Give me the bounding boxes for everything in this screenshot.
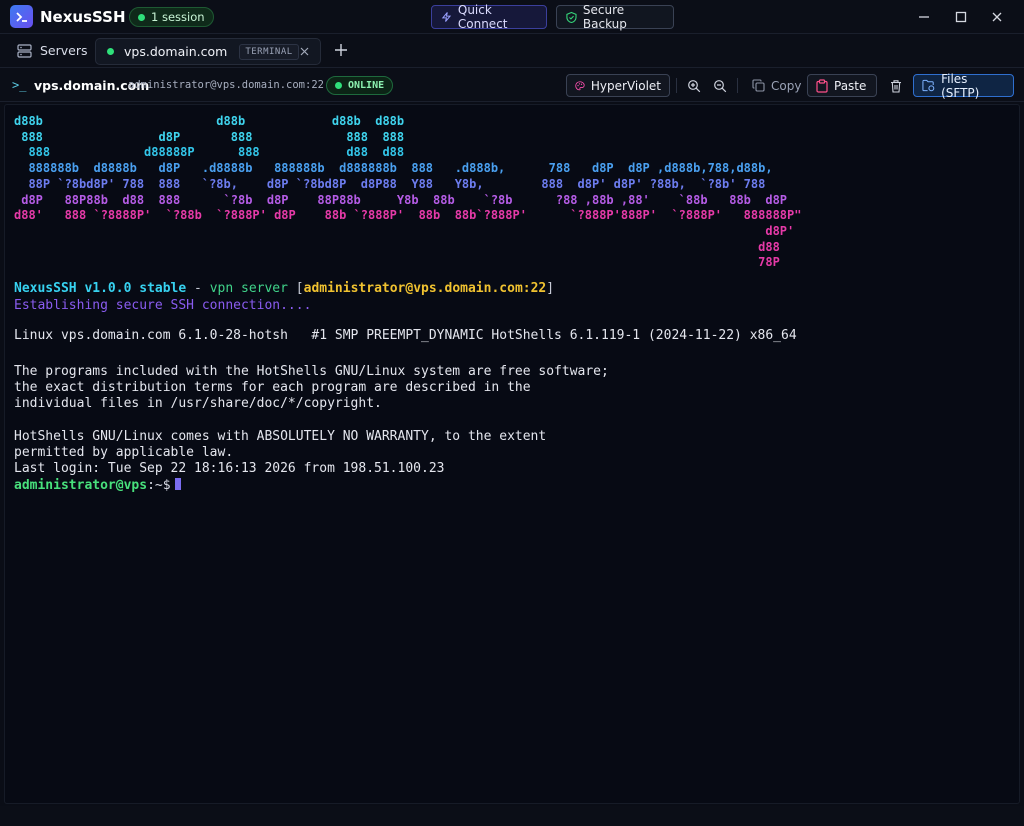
ascii-art-line: 888 d8P 888 888 888 bbox=[14, 129, 405, 144]
toolbar-divider bbox=[737, 78, 738, 93]
status-dot-icon bbox=[138, 13, 145, 21]
maximize-button[interactable] bbox=[952, 8, 970, 26]
tab-close-icon[interactable] bbox=[299, 46, 310, 57]
terminal-warranty-line: permitted by applicable law. bbox=[14, 445, 234, 460]
session-connection-string: administrator@vps.domain.com:22 bbox=[128, 79, 324, 91]
copy-label: Copy bbox=[771, 78, 802, 93]
zoom-out-icon bbox=[714, 79, 727, 92]
maximize-icon bbox=[955, 11, 967, 23]
close-window-button[interactable] bbox=[988, 8, 1006, 26]
terminal-uname-line: Linux vps.domain.com 6.1.0-28-hotsh #1 S… bbox=[14, 328, 797, 343]
zoom-in-button[interactable] bbox=[684, 74, 704, 97]
close-icon bbox=[992, 12, 1002, 22]
online-dot-icon bbox=[335, 82, 342, 89]
files-sftp-label: Files (SFTP) bbox=[941, 71, 980, 100]
ascii-art-line: 888 d88888P 888 d88 d88 bbox=[14, 145, 405, 160]
quick-connect-label: Quick Connect bbox=[457, 3, 508, 31]
minimize-button[interactable] bbox=[915, 8, 933, 26]
terminal-viewport[interactable]: d88b d88b d88b d88b 888 d8P 888 888 888 … bbox=[4, 104, 1020, 804]
ascii-art-line: 78P bbox=[14, 255, 780, 270]
ascii-art-line: d8P 88P88b d88 888 `?8b d8P 88P88b Y8b 8… bbox=[14, 192, 788, 207]
app-logo-icon bbox=[10, 5, 33, 28]
ascii-art-line: 888888b d8888b d8P .d8888b 888888b d8888… bbox=[14, 161, 773, 176]
ascii-art-line: d88' 888 `?8888P' `?88b `?888P' d8P 88b … bbox=[14, 208, 802, 223]
clear-terminal-button[interactable] bbox=[886, 74, 906, 97]
session-count-label: 1 session bbox=[151, 10, 205, 24]
ascii-art-line: d8P' bbox=[14, 223, 795, 238]
ascii-art-line: d88b d88b d88b d88b bbox=[14, 114, 405, 128]
terminal-motd-line: The programs included with the HotShells… bbox=[14, 364, 609, 379]
trash-icon bbox=[891, 79, 901, 93]
terminal-motd-line: individual files in /usr/share/doc/*/cop… bbox=[14, 396, 382, 411]
copy-icon bbox=[752, 79, 765, 92]
secure-backup-button[interactable]: Secure Backup bbox=[556, 3, 674, 31]
banner-version: v1.0.0 stable bbox=[84, 281, 187, 296]
quick-connect-button[interactable]: Quick Connect bbox=[431, 3, 547, 31]
terminal-last-login-line: Last login: Tue Sep 22 18:16:13 2026 fro… bbox=[14, 461, 445, 476]
shield-check-icon bbox=[566, 11, 577, 23]
terminal-warranty-line: HotShells GNU/Linux comes with ABSOLUTEL… bbox=[14, 429, 547, 444]
lightning-icon bbox=[441, 12, 452, 22]
ascii-art-line: 88P `?8bd8P' 788 888 `?8b, d8P `?8bd8P d… bbox=[14, 176, 766, 191]
banner-user-host: administrator@vps.domain.com:22 bbox=[303, 281, 547, 296]
folder-sync-icon bbox=[922, 79, 935, 92]
prompt-path: :~$ bbox=[147, 478, 171, 493]
window-bottom-edge bbox=[0, 806, 1024, 826]
zoom-out-button[interactable] bbox=[710, 74, 730, 97]
tab-status-dot-icon bbox=[107, 48, 114, 55]
copy-button[interactable]: Copy bbox=[744, 74, 809, 97]
palette-icon bbox=[575, 80, 585, 90]
banner-vpn: vpn server bbox=[209, 281, 288, 296]
terminal-motd-line: the exact distribution terms for each pr… bbox=[14, 380, 531, 395]
ascii-art-line: d88 bbox=[14, 239, 780, 254]
terminal-establishing-line: Establishing secure SSH connection.... bbox=[14, 298, 312, 313]
session-toolbar: >_ vps.domain.com administrator@vps.doma… bbox=[0, 68, 1024, 102]
paste-label: Paste bbox=[834, 78, 867, 93]
terminal-cursor bbox=[174, 478, 181, 490]
tab-terminal-session[interactable]: vps.domain.com TERMINAL bbox=[95, 38, 321, 65]
terminal-prompt-icon: >_ bbox=[12, 78, 27, 92]
minimize-icon bbox=[919, 16, 929, 18]
terminal-type-badge: TERMINAL bbox=[239, 43, 299, 60]
banner-brand: NexusSSH bbox=[14, 281, 77, 296]
session-count-badge: 1 session bbox=[129, 7, 214, 27]
tab-servers[interactable]: Servers bbox=[17, 43, 88, 58]
toolbar-divider bbox=[676, 78, 677, 93]
banner-dash: - bbox=[194, 281, 202, 296]
clipboard-icon bbox=[816, 78, 828, 93]
terminal-prompt-line[interactable]: administrator@vps:~$ bbox=[14, 478, 181, 494]
server-icon bbox=[17, 43, 32, 58]
online-status-badge: ONLINE bbox=[326, 76, 394, 95]
theme-selector-button[interactable]: HyperViolet bbox=[566, 74, 670, 97]
theme-label: HyperViolet bbox=[590, 78, 661, 93]
online-status-label: ONLINE bbox=[348, 80, 385, 91]
files-sftp-button[interactable]: Files (SFTP) bbox=[913, 71, 1014, 100]
title-bar: NexusSSH 1 session Quick Connect Secure … bbox=[0, 0, 1024, 34]
tab-bar: Servers vps.domain.com TERMINAL bbox=[0, 34, 1024, 68]
paste-button[interactable]: Paste bbox=[807, 74, 877, 97]
tab-session-label: vps.domain.com bbox=[124, 44, 228, 59]
zoom-in-icon bbox=[688, 79, 701, 92]
secure-backup-label: Secure Backup bbox=[582, 3, 627, 31]
tab-servers-label: Servers bbox=[40, 43, 88, 58]
app-title: NexusSSH bbox=[40, 8, 126, 26]
new-tab-icon[interactable] bbox=[334, 43, 348, 57]
prompt-user: administrator@vps bbox=[14, 478, 148, 493]
terminal-banner-line: NexusSSH v1.0.0 stable - vpn server [adm… bbox=[14, 281, 555, 296]
